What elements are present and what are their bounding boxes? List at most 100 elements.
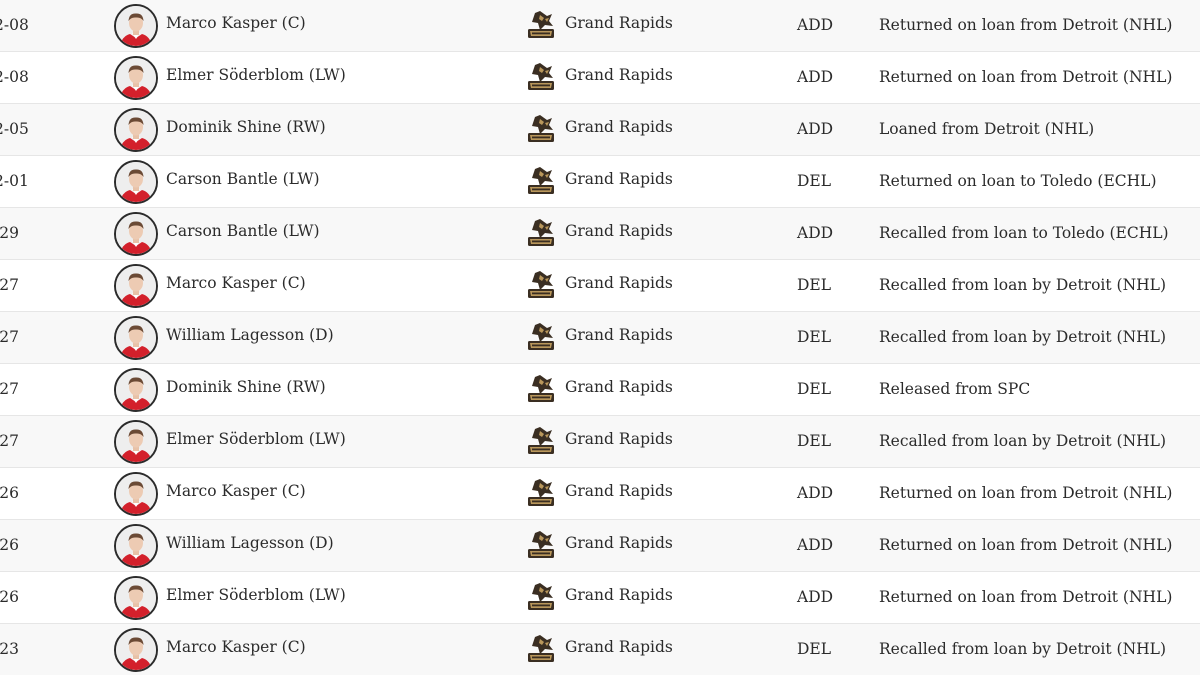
team-name: Grand Rapids <box>565 430 673 448</box>
player-name-link[interactable]: Dominik Shine (RW) <box>166 102 326 153</box>
player-name-link[interactable]: Elmer Söderblom (LW) <box>166 570 346 621</box>
player-headshot-icon[interactable] <box>114 212 158 256</box>
player-headshot-icon[interactable] <box>114 420 158 464</box>
transaction-type: ADD <box>797 16 834 34</box>
player-name-link[interactable]: Marco Kasper (C) <box>166 258 306 309</box>
transaction-date: -26 <box>0 484 19 502</box>
table-row: -27 Elmer Söderblom (LW) Grand Rapids DEL Re… <box>0 416 1200 468</box>
transaction-type: DEL <box>797 328 832 346</box>
transaction-note: Returned on loan from Detroit (NHL) <box>879 68 1173 86</box>
team-name: Grand Rapids <box>565 378 673 396</box>
transaction-type: ADD <box>797 588 834 606</box>
player-name-link[interactable]: Marco Kasper (C) <box>166 0 306 49</box>
transaction-type: DEL <box>797 432 832 450</box>
player-name-link[interactable]: Dominik Shine (RW) <box>166 362 326 413</box>
transaction-note: Released from SPC <box>879 380 1031 398</box>
player-headshot-icon[interactable] <box>114 472 158 516</box>
table-row: -26 Elmer Söderblom (LW) Grand Rapids ADD Re… <box>0 572 1200 624</box>
transaction-note: Recalled from loan by Detroit (NHL) <box>879 432 1166 450</box>
transaction-type: DEL <box>797 640 832 658</box>
player-headshot-icon[interactable] <box>114 4 158 48</box>
transaction-date: -23 <box>0 640 19 658</box>
player-name-link[interactable]: William Lagesson (D) <box>166 310 334 361</box>
player-name-link[interactable]: Elmer Söderblom (LW) <box>166 50 346 101</box>
transaction-date: -27 <box>0 328 19 346</box>
team-name: Grand Rapids <box>565 66 673 84</box>
transaction-date: -29 <box>0 224 19 242</box>
griffins-logo-icon <box>526 634 556 666</box>
player-headshot-icon[interactable] <box>114 160 158 204</box>
table-row: 2-01 Carson Bantle (LW) Grand Rapids DEL Ret… <box>0 156 1200 208</box>
transaction-note: Recalled from loan by Detroit (NHL) <box>879 276 1166 294</box>
transaction-date: -27 <box>0 276 19 294</box>
player-name-link[interactable]: Carson Bantle (LW) <box>166 154 320 205</box>
table-row: -26 William Lagesson (D) Grand Rapids ADD Re… <box>0 520 1200 572</box>
transaction-date: 2-08 <box>0 68 29 86</box>
player-name-link[interactable]: Marco Kasper (C) <box>166 466 306 517</box>
griffins-logo-icon <box>526 530 556 562</box>
transaction-type: DEL <box>797 380 832 398</box>
transaction-date: -26 <box>0 536 19 554</box>
player-headshot-icon[interactable] <box>114 264 158 308</box>
griffins-logo-icon <box>526 10 556 42</box>
player-headshot-icon[interactable] <box>114 524 158 568</box>
transactions-table: 2-08 Marco Kasper (C) Grand Rapids ADD Retur… <box>0 0 1200 675</box>
transaction-note: Recalled from loan by Detroit (NHL) <box>879 640 1166 658</box>
team-name: Grand Rapids <box>565 274 673 292</box>
table-row: -26 Marco Kasper (C) Grand Rapids ADD Return… <box>0 468 1200 520</box>
transaction-type: ADD <box>797 68 834 86</box>
table-row: -29 Carson Bantle (LW) Grand Rapids ADD Reca… <box>0 208 1200 260</box>
team-name: Grand Rapids <box>565 14 673 32</box>
table-row: -27 Dominik Shine (RW) Grand Rapids DEL Rele… <box>0 364 1200 416</box>
transaction-date: -26 <box>0 588 19 606</box>
player-name-link[interactable]: Elmer Söderblom (LW) <box>166 414 346 465</box>
table-row: -27 Marco Kasper (C) Grand Rapids DEL Recall… <box>0 260 1200 312</box>
griffins-logo-icon <box>526 426 556 458</box>
player-name-link[interactable]: Carson Bantle (LW) <box>166 206 320 257</box>
table-row: 2-05 Dominik Shine (RW) Grand Rapids ADD Loa… <box>0 104 1200 156</box>
transaction-note: Loaned from Detroit (NHL) <box>879 120 1095 138</box>
table-row: 2-08 Marco Kasper (C) Grand Rapids ADD Retur… <box>0 0 1200 52</box>
player-headshot-icon[interactable] <box>114 368 158 412</box>
table-row: -27 William Lagesson (D) Grand Rapids DEL Re… <box>0 312 1200 364</box>
team-name: Grand Rapids <box>565 118 673 136</box>
table-row: -23 Marco Kasper (C) Grand Rapids DEL Recall… <box>0 624 1200 675</box>
griffins-logo-icon <box>526 62 556 94</box>
transaction-note: Recalled from loan by Detroit (NHL) <box>879 328 1166 346</box>
transaction-date: -27 <box>0 380 19 398</box>
transaction-type: DEL <box>797 276 832 294</box>
transaction-type: ADD <box>797 484 834 502</box>
transaction-date: -27 <box>0 432 19 450</box>
transaction-note: Recalled from loan to Toledo (ECHL) <box>879 224 1169 242</box>
griffins-logo-icon <box>526 270 556 302</box>
player-name-link[interactable]: Marco Kasper (C) <box>166 622 306 673</box>
transaction-date: 2-01 <box>0 172 29 190</box>
transaction-note: Returned on loan from Detroit (NHL) <box>879 16 1173 34</box>
table-row: 2-08 Elmer Söderblom (LW) Grand Rapids ADD R… <box>0 52 1200 104</box>
griffins-logo-icon <box>526 374 556 406</box>
team-name: Grand Rapids <box>565 638 673 656</box>
player-headshot-icon[interactable] <box>114 316 158 360</box>
transaction-note: Returned on loan from Detroit (NHL) <box>879 536 1173 554</box>
griffins-logo-icon <box>526 218 556 250</box>
transaction-note: Returned on loan from Detroit (NHL) <box>879 484 1173 502</box>
team-name: Grand Rapids <box>565 326 673 344</box>
player-headshot-icon[interactable] <box>114 628 158 672</box>
transaction-note: Returned on loan from Detroit (NHL) <box>879 588 1173 606</box>
transaction-type: DEL <box>797 172 832 190</box>
griffins-logo-icon <box>526 582 556 614</box>
player-headshot-icon[interactable] <box>114 56 158 100</box>
player-name-link[interactable]: William Lagesson (D) <box>166 518 334 569</box>
griffins-logo-icon <box>526 114 556 146</box>
player-headshot-icon[interactable] <box>114 576 158 620</box>
team-name: Grand Rapids <box>565 170 673 188</box>
team-name: Grand Rapids <box>565 586 673 604</box>
player-headshot-icon[interactable] <box>114 108 158 152</box>
team-name: Grand Rapids <box>565 222 673 240</box>
transaction-note: Returned on loan to Toledo (ECHL) <box>879 172 1157 190</box>
griffins-logo-icon <box>526 478 556 510</box>
transaction-type: ADD <box>797 120 834 138</box>
transaction-type: ADD <box>797 224 834 242</box>
transaction-type: ADD <box>797 536 834 554</box>
team-name: Grand Rapids <box>565 534 673 552</box>
